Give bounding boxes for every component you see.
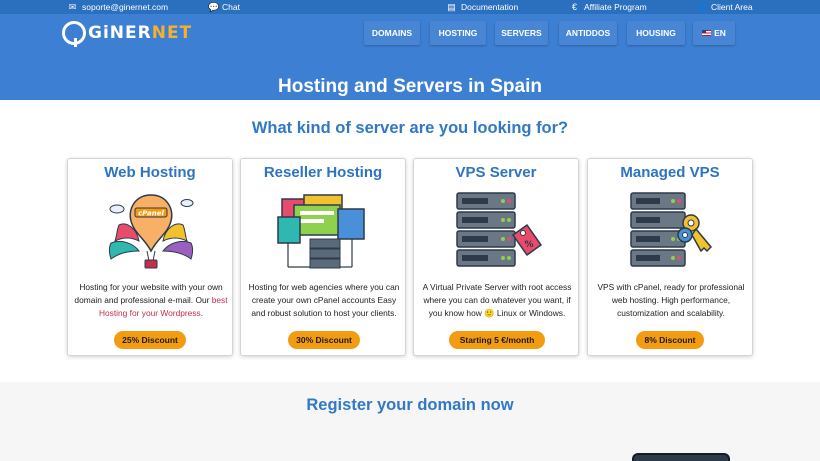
card-title: Web Hosting <box>104 164 196 181</box>
card-managed-vps[interactable]: Managed VPS VPS with cPanel, ready for p… <box>587 158 753 356</box>
top-bar: ✉ soporte@ginernet.com 💬 Chat ▤ Document… <box>0 0 820 14</box>
card-title: Managed VPS <box>620 164 720 181</box>
discount-button[interactable]: 25% Discount <box>114 331 186 349</box>
pricing-button[interactable]: Starting 5 €/month <box>449 331 545 349</box>
card-vps-server[interactable]: VPS Server % A Virtual Private Server wi… <box>413 158 579 356</box>
nav-language[interactable]: EN <box>693 21 735 45</box>
card-title: VPS Server <box>455 164 537 181</box>
section-heading: What kind of server are you looking for? <box>251 119 569 137</box>
card-reseller-hosting[interactable]: Reseller Hosting Hosting for web agencie… <box>240 158 406 356</box>
email-link[interactable]: ✉ soporte@ginernet.com <box>68 2 168 12</box>
chat-text: Chat <box>222 2 240 12</box>
card-title: Reseller Hosting <box>263 164 383 181</box>
cpanel-balloon-icon: cPanel <box>109 194 194 269</box>
chat-icon: 💬 <box>208 1 220 12</box>
document-icon: ▤ <box>447 1 456 12</box>
email-icon: ✉ <box>68 1 77 12</box>
user-icon: 👤 <box>697 1 709 12</box>
nav-hosting[interactable]: HOSTING <box>430 21 486 45</box>
nav-housing[interactable]: HOUSING <box>627 21 685 45</box>
language-label: EN <box>714 28 726 38</box>
affiliate-text: Affiliate Program <box>584 2 647 12</box>
logo[interactable]: GiNERNET <box>62 19 192 47</box>
server-rack-icon: % <box>456 192 543 267</box>
documentation-link[interactable]: ▤ Documentation <box>447 2 518 12</box>
logo-globe-icon <box>62 21 86 47</box>
nav-antiddos[interactable]: ANTIDDOS <box>559 21 617 45</box>
reseller-screens-icon <box>277 194 365 269</box>
discount-button[interactable]: 8% Discount <box>636 331 704 349</box>
us-flag-icon <box>702 30 712 36</box>
register-domain-heading: Register your domain now <box>306 396 514 414</box>
page-title: Hosting and Servers in Spain <box>278 76 542 97</box>
discount-button[interactable]: 30% Discount <box>288 331 360 349</box>
domain-section <box>0 382 820 461</box>
logo-text: GiNERNET <box>88 23 193 43</box>
chat-link[interactable]: 💬 Chat <box>208 2 240 12</box>
card-description: VPS with cPanel, ready for professional … <box>597 282 745 318</box>
svg-text:cPanel: cPanel <box>138 210 164 218</box>
svg-text:%: % <box>524 240 533 250</box>
card-description: Hosting for web agencies where you can c… <box>248 282 400 318</box>
card-description: Hosting for your website with your own d… <box>74 282 228 318</box>
server-keys-icon <box>630 192 713 267</box>
client-area-text: Client Area <box>711 2 753 12</box>
laptop-illustration <box>632 453 730 461</box>
card-description: A Virtual Private Server with root acces… <box>422 282 572 318</box>
nav-domains[interactable]: DOMAINS <box>364 21 420 45</box>
affiliate-link[interactable]: € Affiliate Program <box>570 2 647 12</box>
documentation-text: Documentation <box>461 2 519 12</box>
email-text: soporte@ginernet.com <box>82 2 169 12</box>
nav-servers[interactable]: SERVERS <box>495 21 548 45</box>
site-header: GiNERNET DOMAINS HOSTING SERVERS ANTIDDO… <box>0 14 820 100</box>
card-web-hosting[interactable]: Web Hosting cPanel Hosting for your webs… <box>67 158 233 356</box>
euro-icon: € <box>571 1 577 12</box>
client-area-link[interactable]: 👤 Client Area <box>697 2 753 12</box>
